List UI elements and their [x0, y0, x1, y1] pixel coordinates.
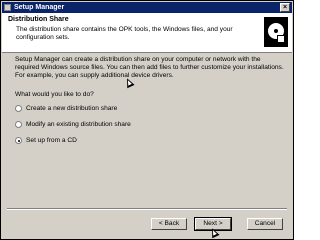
distribution-disc-icon [264, 17, 288, 47]
disc-hole [274, 29, 278, 33]
option-label: Modify an existing distribution share [26, 121, 131, 128]
wizard-header: Distribution Share The distribution shar… [2, 13, 292, 53]
footer-separator [7, 208, 287, 210]
intro-text: Setup Manager can create a distribution … [15, 56, 284, 79]
radio-selected-dot [17, 139, 20, 142]
back-button[interactable]: < Back [151, 218, 187, 230]
window-title: Setup Manager [14, 4, 65, 11]
radio-create-new[interactable] [15, 105, 22, 112]
close-icon[interactable]: × [280, 3, 290, 12]
option-label: Set up from a CD [26, 137, 77, 144]
disc-badge [277, 35, 285, 43]
radio-modify-existing[interactable] [15, 121, 22, 128]
radio-setup-from-cd[interactable] [15, 137, 22, 144]
page-subtitle: The distribution share contains the OPK … [16, 26, 233, 41]
question-label: What would you like to do? [15, 91, 94, 98]
cancel-button[interactable]: Cancel [247, 218, 283, 230]
setup-manager-window: Setup Manager × Distribution Share The d… [0, 0, 294, 240]
option-label: Create a new distribution share [26, 105, 118, 112]
app-icon [4, 4, 11, 11]
page-title: Distribution Share [8, 16, 69, 23]
title-bar[interactable]: Setup Manager × [2, 2, 292, 13]
